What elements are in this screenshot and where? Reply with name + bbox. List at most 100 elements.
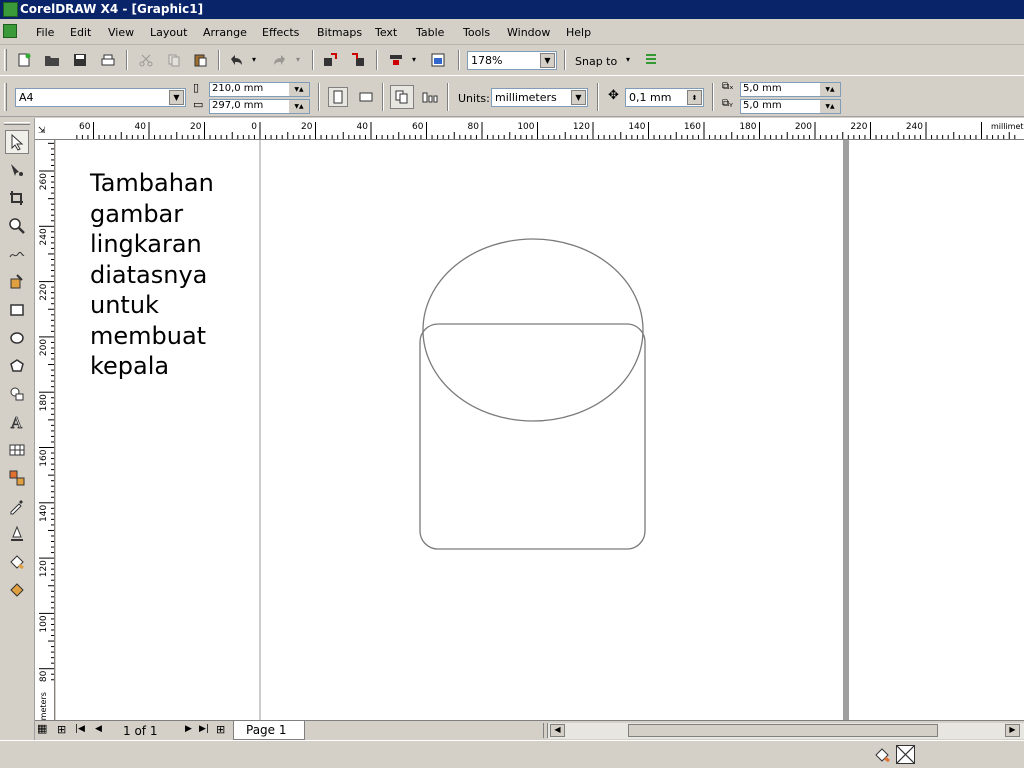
snap-to-dropdown-icon[interactable]: ▾ [626,55,630,64]
export-icon[interactable] [348,50,368,70]
landscape-button[interactable] [356,87,376,107]
spinner-icon[interactable]: ▼▲ [820,100,840,113]
interactive-blend-tool-icon[interactable] [5,466,29,490]
duplicate-y-value: 5,0 mm [743,100,782,111]
next-page-icon[interactable]: ▶ [185,724,192,734]
navigator-icon[interactable]: ▦ [37,722,47,735]
table-tool-icon[interactable] [5,438,29,462]
portrait-button[interactable] [328,87,348,107]
polygon-tool-icon[interactable] [5,354,29,378]
launcher-dropdown-icon[interactable]: ▾ [412,55,416,64]
paper-size-dropdown[interactable]: A4 ▼ [15,88,186,107]
horizontal-ruler[interactable]: 60 40 20 0 20 40 60 80 100 120 140 160 180 200 220 240 m… [35,118,1024,140]
welcome-screen-icon[interactable] [428,50,448,70]
interactive-fill-tool-icon[interactable] [5,578,29,602]
last-page-icon[interactable]: ▶| [199,724,209,734]
zoom-tool-icon[interactable] [5,214,29,238]
chevron-down-icon[interactable]: ▼ [571,90,586,105]
shape-tool-icon[interactable] [5,158,29,182]
chevron-down-icon[interactable]: ▼ [169,90,184,105]
fill-tool-icon[interactable] [5,550,29,574]
ellipse-tool-icon[interactable] [5,326,29,350]
undo-icon[interactable] [226,50,246,70]
snap-to-button[interactable]: Snap to [575,55,617,68]
ruler-label: 60 [79,122,91,132]
menu-window[interactable]: Window [507,26,550,39]
chevron-down-icon[interactable]: ▼ [540,53,555,68]
basic-shapes-tool-icon[interactable] [5,382,29,406]
ruler-origin-icon[interactable]: ⇲ [38,126,46,136]
application-launcher-icon[interactable] [386,50,406,70]
no-outline-icon[interactable] [896,745,915,764]
ruler-label: 140 [628,122,645,132]
redo-icon[interactable] [270,50,290,70]
import-icon[interactable] [320,50,340,70]
scroll-left-icon[interactable]: ◀ [550,724,565,737]
smart-fill-tool-icon[interactable] [5,270,29,294]
outline-tool-icon[interactable] [5,522,29,546]
menu-text[interactable]: Text [375,26,397,39]
spinner-icon[interactable]: ⬍ [687,90,702,105]
redo-dropdown-icon[interactable]: ▾ [296,55,300,64]
paste-icon[interactable] [190,50,210,70]
body-rounded-rectangle[interactable] [419,323,646,550]
add-page-after-icon[interactable]: ⊞ [216,723,225,736]
units-dropdown[interactable]: millimeters ▼ [491,88,588,107]
menu-bitmaps[interactable]: Bitmaps [317,26,362,39]
toolbox-grip[interactable] [4,122,30,125]
menu-effects[interactable]: Effects [262,26,299,39]
menu-arrange[interactable]: Arrange [203,26,247,39]
menu-tools[interactable]: Tools [463,26,490,39]
toolbar-grip[interactable] [4,49,7,71]
fill-color-icon[interactable] [874,747,892,763]
page-height-icon: ▭ [193,98,204,111]
menu-edit[interactable]: Edit [70,26,91,39]
print-icon[interactable] [98,50,118,70]
save-icon[interactable] [70,50,90,70]
copy-icon[interactable] [164,50,184,70]
ruler-label: 160 [684,122,701,132]
options-icon[interactable] [641,50,661,70]
menu-file[interactable]: File [36,26,54,39]
add-page-before-icon[interactable]: ⊞ [57,723,66,736]
horizontal-scrollbar[interactable]: ◀ ▶ [548,723,1024,739]
spinner-icon[interactable]: ▼▲ [820,83,840,96]
rectangle-tool-icon[interactable] [5,298,29,322]
cut-icon[interactable] [136,50,156,70]
page-height-field[interactable]: 297,0 mm ▼▲ [209,99,310,114]
eyedropper-tool-icon[interactable] [5,494,29,518]
vertical-ruler[interactable]: 260 240 220 200 180 160 140 120 100 80 millimeters [35,140,55,740]
scrollbar-thumb[interactable] [628,724,938,737]
new-document-icon[interactable] [14,50,34,70]
text-tool-icon[interactable]: A [5,410,29,434]
document-icon[interactable] [3,24,17,38]
page-width-field[interactable]: 210,0 mm ▼▲ [209,82,310,97]
menu-layout[interactable]: Layout [150,26,187,39]
menu-help[interactable]: Help [566,26,591,39]
all-pages-button[interactable] [390,85,414,109]
pick-tool-icon[interactable] [5,130,29,154]
canvas-annotation-text[interactable]: Tambahan gambar lingkaran diatasnya untu… [90,168,214,382]
freehand-tool-icon[interactable] [5,242,29,266]
duplicate-distance-x-field[interactable]: 5,0 mm ▼▲ [740,82,841,97]
zoom-levels-dropdown[interactable]: 178% ▼ [467,51,557,70]
menu-table[interactable]: Table [416,26,444,39]
spinner-icon[interactable]: ▼▲ [289,83,309,96]
nudge-distance-field[interactable]: 0,1 mm ⬍ [625,88,704,107]
ruler-label: 80 [468,122,480,132]
toolbar-grip[interactable] [4,83,7,111]
undo-dropdown-icon[interactable]: ▾ [252,55,256,64]
first-page-icon[interactable]: |◀ [75,724,85,734]
menu-view[interactable]: View [108,26,134,39]
current-page-button[interactable] [420,87,440,107]
duplicate-distance-y-field[interactable]: 5,0 mm ▼▲ [740,99,841,114]
spinner-icon[interactable]: ▼▲ [289,100,309,113]
scroll-right-icon[interactable]: ▶ [1005,724,1020,737]
crop-tool-icon[interactable] [5,186,29,210]
open-folder-icon[interactable] [42,50,62,70]
head-circle[interactable] [422,238,644,422]
coreldraw-app-icon[interactable] [3,2,18,17]
tab-page-1[interactable]: Page 1 [233,721,305,740]
previous-page-icon[interactable]: ◀ [95,724,102,734]
toolbar-separator [376,50,378,70]
